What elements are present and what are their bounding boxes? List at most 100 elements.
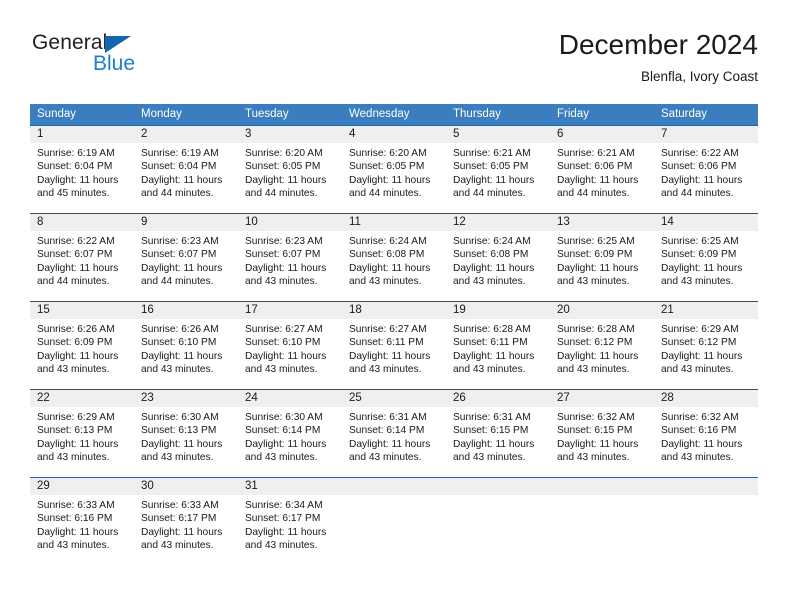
sunrise-text: Sunrise: 6:19 AM (37, 148, 115, 159)
sunset-text: Sunset: 6:05 PM (349, 161, 425, 173)
day-number: 10 (238, 213, 342, 231)
day-cell[interactable]: 12 Sunrise: 6:24 AM Sunset: 6:08 PM Dayligh… (446, 213, 550, 301)
daylight-text-line2: and 45 minutes. (37, 188, 110, 200)
day-cell[interactable]: 7 Sunrise: 6:22 AM Sunset: 6:06 PM Daylight… (654, 125, 758, 213)
day-number (654, 477, 758, 495)
day-cell[interactable]: 4 Sunrise: 6:20 AM Sunset: 6:05 PM Daylight… (342, 125, 446, 213)
day-cell[interactable]: 3 Sunrise: 6:20 AM Sunset: 6:05 PM Daylight… (238, 125, 342, 213)
day-details: Sunrise: 6:22 AM Sunset: 6:06 PM Daylight:… (654, 143, 758, 201)
day-number: 25 (342, 389, 446, 407)
weekday-header-row: Sunday Monday Tuesday Wednesday Thursday… (30, 104, 758, 125)
day-cell[interactable]: 9 Sunrise: 6:23 AM Sunset: 6:07 PM Daylight… (134, 213, 238, 301)
day-details: Sunrise: 6:31 AM Sunset: 6:15 PM Daylight:… (446, 407, 550, 465)
day-cell[interactable]: 20 Sunrise: 6:28 AM Sunset: 6:12 PM Dayligh… (550, 301, 654, 389)
sunset-text: Sunset: 6:05 PM (245, 161, 321, 173)
daylight-text-line1: Daylight: 11 hours (557, 350, 639, 362)
day-number: 31 (238, 477, 342, 495)
daylight-text-line1: Daylight: 11 hours (245, 174, 327, 186)
day-cell[interactable]: 23 Sunrise: 6:30 AM Sunset: 6:13 PM Dayligh… (134, 389, 238, 477)
day-details (550, 495, 654, 499)
sunset-text: Sunset: 6:05 PM (453, 161, 529, 173)
daylight-text-line2: and 43 minutes. (141, 364, 214, 376)
day-number: 2 (134, 125, 238, 143)
sunset-text: Sunset: 6:09 PM (557, 249, 633, 261)
title-block: December 2024 Blenfla, Ivory Coast (559, 28, 758, 87)
page-header: General Blue December 2024 Blenfla, Ivor… (30, 28, 758, 92)
daylight-text-line1: Daylight: 11 hours (661, 262, 743, 274)
sunset-text: Sunset: 6:12 PM (557, 337, 633, 349)
day-number: 15 (30, 301, 134, 319)
daylight-text-line1: Daylight: 11 hours (349, 438, 431, 450)
day-details: Sunrise: 6:27 AM Sunset: 6:11 PM Daylight:… (342, 319, 446, 377)
day-cell[interactable]: 25 Sunrise: 6:31 AM Sunset: 6:14 PM Dayligh… (342, 389, 446, 477)
day-number: 26 (446, 389, 550, 407)
day-cell[interactable]: 26 Sunrise: 6:31 AM Sunset: 6:15 PM Dayligh… (446, 389, 550, 477)
day-details: Sunrise: 6:29 AM Sunset: 6:13 PM Daylight:… (30, 407, 134, 465)
sunrise-text: Sunrise: 6:21 AM (557, 148, 635, 159)
sunrise-text: Sunrise: 6:25 AM (557, 236, 635, 247)
day-cell[interactable]: 31 Sunrise: 6:34 AM Sunset: 6:17 PM Dayligh… (238, 477, 342, 553)
day-cell[interactable]: 5 Sunrise: 6:21 AM Sunset: 6:05 PM Daylight… (446, 125, 550, 213)
daylight-text-line2: and 44 minutes. (661, 188, 734, 200)
day-cell[interactable]: 13 Sunrise: 6:25 AM Sunset: 6:09 PM Dayligh… (550, 213, 654, 301)
week-row: 29 Sunrise: 6:33 AM Sunset: 6:16 PM Dayligh… (30, 477, 758, 553)
daylight-text-line2: and 44 minutes. (141, 188, 214, 200)
day-cell-empty (654, 477, 758, 553)
day-cell[interactable]: 17 Sunrise: 6:27 AM Sunset: 6:10 PM Dayligh… (238, 301, 342, 389)
sunrise-text: Sunrise: 6:33 AM (141, 500, 219, 511)
daylight-text-line2: and 43 minutes. (349, 364, 422, 376)
sunset-text: Sunset: 6:15 PM (557, 425, 633, 437)
day-cell[interactable]: 11 Sunrise: 6:24 AM Sunset: 6:08 PM Dayligh… (342, 213, 446, 301)
day-cell[interactable]: 28 Sunrise: 6:32 AM Sunset: 6:16 PM Dayligh… (654, 389, 758, 477)
sunset-text: Sunset: 6:12 PM (661, 337, 737, 349)
day-cell[interactable]: 30 Sunrise: 6:33 AM Sunset: 6:17 PM Dayligh… (134, 477, 238, 553)
daylight-text-line2: and 43 minutes. (661, 364, 734, 376)
day-number: 9 (134, 213, 238, 231)
day-number: 28 (654, 389, 758, 407)
day-cell[interactable]: 22 Sunrise: 6:29 AM Sunset: 6:13 PM Dayligh… (30, 389, 134, 477)
day-details: Sunrise: 6:25 AM Sunset: 6:09 PM Daylight:… (654, 231, 758, 289)
calendar-page: General Blue December 2024 Blenfla, Ivor… (0, 0, 792, 612)
day-cell[interactable]: 10 Sunrise: 6:23 AM Sunset: 6:07 PM Dayligh… (238, 213, 342, 301)
daylight-text-line1: Daylight: 11 hours (37, 174, 119, 186)
sunset-text: Sunset: 6:09 PM (661, 249, 737, 261)
sunset-text: Sunset: 6:16 PM (37, 513, 113, 525)
day-cell[interactable]: 15 Sunrise: 6:26 AM Sunset: 6:09 PM Dayligh… (30, 301, 134, 389)
day-number: 6 (550, 125, 654, 143)
day-cell[interactable]: 29 Sunrise: 6:33 AM Sunset: 6:16 PM Dayligh… (30, 477, 134, 553)
day-cell[interactable]: 2 Sunrise: 6:19 AM Sunset: 6:04 PM Daylight… (134, 125, 238, 213)
day-cell[interactable]: 1 Sunrise: 6:19 AM Sunset: 6:04 PM Daylight… (30, 125, 134, 213)
day-details: Sunrise: 6:23 AM Sunset: 6:07 PM Daylight:… (238, 231, 342, 289)
sunrise-text: Sunrise: 6:22 AM (37, 236, 115, 247)
daylight-text-line2: and 43 minutes. (557, 364, 630, 376)
daylight-text-line2: and 44 minutes. (141, 276, 214, 288)
daylight-text-line1: Daylight: 11 hours (661, 174, 743, 186)
sunrise-text: Sunrise: 6:33 AM (37, 500, 115, 511)
daylight-text-line1: Daylight: 11 hours (245, 350, 327, 362)
day-details: Sunrise: 6:24 AM Sunset: 6:08 PM Daylight:… (342, 231, 446, 289)
sunset-text: Sunset: 6:07 PM (245, 249, 321, 261)
day-cell[interactable]: 18 Sunrise: 6:27 AM Sunset: 6:11 PM Dayligh… (342, 301, 446, 389)
day-cell[interactable]: 16 Sunrise: 6:26 AM Sunset: 6:10 PM Dayligh… (134, 301, 238, 389)
day-cell[interactable]: 19 Sunrise: 6:28 AM Sunset: 6:11 PM Dayligh… (446, 301, 550, 389)
day-number: 13 (550, 213, 654, 231)
sunrise-text: Sunrise: 6:29 AM (661, 324, 739, 335)
day-details (446, 495, 550, 499)
day-number: 21 (654, 301, 758, 319)
daylight-text-line1: Daylight: 11 hours (453, 174, 535, 186)
week-row: 8 Sunrise: 6:22 AM Sunset: 6:07 PM Daylight… (30, 213, 758, 301)
day-cell[interactable]: 8 Sunrise: 6:22 AM Sunset: 6:07 PM Daylight… (30, 213, 134, 301)
daylight-text-line1: Daylight: 11 hours (245, 262, 327, 274)
day-number: 19 (446, 301, 550, 319)
daylight-text-line1: Daylight: 11 hours (349, 174, 431, 186)
day-cell[interactable]: 27 Sunrise: 6:32 AM Sunset: 6:15 PM Dayligh… (550, 389, 654, 477)
daylight-text-line1: Daylight: 11 hours (557, 262, 639, 274)
sunset-text: Sunset: 6:10 PM (245, 337, 321, 349)
day-cell[interactable]: 21 Sunrise: 6:29 AM Sunset: 6:12 PM Dayligh… (654, 301, 758, 389)
day-cell[interactable]: 24 Sunrise: 6:30 AM Sunset: 6:14 PM Dayligh… (238, 389, 342, 477)
sunset-text: Sunset: 6:07 PM (141, 249, 217, 261)
day-cell[interactable]: 14 Sunrise: 6:25 AM Sunset: 6:09 PM Dayligh… (654, 213, 758, 301)
daylight-text-line2: and 43 minutes. (453, 276, 526, 288)
day-cell[interactable]: 6 Sunrise: 6:21 AM Sunset: 6:06 PM Daylight… (550, 125, 654, 213)
daylight-text-line1: Daylight: 11 hours (349, 350, 431, 362)
